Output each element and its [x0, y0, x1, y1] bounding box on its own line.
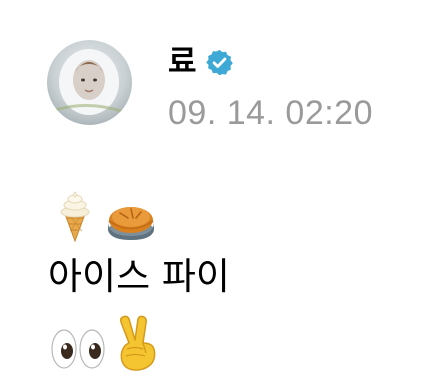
- pie-icon: [108, 207, 154, 240]
- verified-badge-icon: [205, 49, 233, 75]
- emoji-line-2: [50, 313, 160, 371]
- post-body-text: 아이스 파이: [48, 255, 230, 298]
- victory-hand-icon: [120, 315, 156, 371]
- soft-ice-cream-icon: [60, 191, 90, 242]
- author-name[interactable]: 료: [168, 46, 197, 78]
- author-header: 료: [168, 40, 234, 84]
- avatar[interactable]: [47, 40, 132, 125]
- post: 료 09. 14. 02:20 아이스 파이: [0, 0, 447, 378]
- profile-photo: [54, 49, 125, 115]
- post-timestamp: 09. 14. 02:20: [168, 94, 374, 132]
- eyes-icon: [51, 329, 105, 369]
- emoji-line-1: [56, 190, 156, 242]
